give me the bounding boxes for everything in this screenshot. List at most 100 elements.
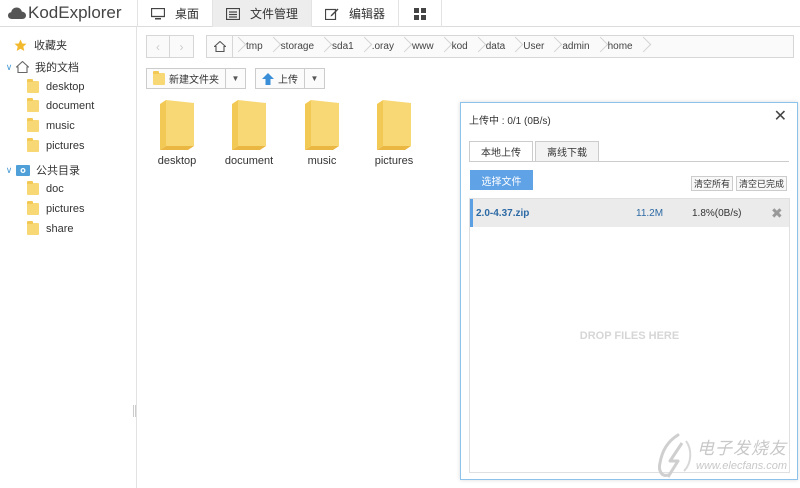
breadcrumb-item[interactable]: home [603,36,638,57]
sidebar-my-docs[interactable]: ∨ 我的文档 [0,57,79,77]
watermark-logo [658,433,692,478]
sidebar-item-label: music [46,120,75,132]
sidebar-item-music[interactable]: music [27,117,75,135]
breadcrumb-separator [510,36,518,57]
folder-icon [27,221,39,235]
breadcrumb-item[interactable]: data [481,36,510,57]
sidebar-favorites-label: 收藏夹 [34,40,67,52]
chevron-down-icon[interactable]: ∨ [4,165,14,176]
file-toolbar: 新建文件夹 ▼ 上传 ▼ [146,68,334,89]
new-folder-button[interactable]: 新建文件夹 [146,68,226,89]
breadcrumb-item[interactable]: admin [557,36,594,57]
remove-icon[interactable]: ✖ [771,205,783,222]
upload-dropzone[interactable]: 2.0-4.37.zip 11.2M 1.8%(0B/s) ✖ DROP FIL… [469,198,790,473]
folder-icon [153,70,165,85]
chevron-right-icon: › [179,39,184,54]
app-logo[interactable]: KodExplorer [8,3,122,23]
breadcrumb-item[interactable]: .oray [367,36,399,57]
folder-icon [27,138,39,152]
sidebar-public[interactable]: ∨ 公共目录 [0,160,80,180]
watermark-text: 电子发烧友 [697,439,787,459]
clear-all-button[interactable]: 清空所有 [691,176,734,191]
close-icon[interactable]: ✕ [774,109,787,125]
upload-progress: 1.8%(0B/s) [692,208,742,219]
breadcrumb-item[interactable]: User [518,36,549,57]
breadcrumb-separator [359,36,367,57]
upload-button[interactable]: 上传 [255,68,305,89]
back-button[interactable]: ‹ [146,35,170,58]
upload-dialog: 上传中 : 0/1 (0B/s) ✕ 本地上传 离线下载 选择文件 清空所有 清… [460,102,798,480]
sidebar-item-desktop[interactable]: desktop [27,78,85,96]
sidebar-item-public-pictures[interactable]: pictures [27,200,85,218]
choose-file-button[interactable]: 选择文件 [470,170,533,190]
folder-item-label: document [224,155,274,167]
breadcrumb-separator [473,36,481,57]
folder-icon [27,118,39,132]
breadcrumb-item[interactable]: kod [447,36,473,57]
sidebar-item-doc[interactable]: doc [27,180,64,198]
folder-item-label: music [307,155,337,167]
editor-icon [325,8,339,20]
folder-icon [377,100,411,150]
tab-local-upload[interactable]: 本地上传 [469,141,533,162]
history-nav: ‹ › [146,35,194,58]
desktop-icon [151,7,165,19]
cloud-icon [8,7,26,19]
chevron-left-icon: ‹ [156,39,160,54]
folder-icon [27,201,39,215]
upload-dialog-title: 上传中 : 0/1 (0B/s) [469,116,551,127]
folder-item-label: desktop [157,155,197,167]
star-icon [14,39,27,51]
folder-item-document[interactable]: document [217,100,281,167]
sidebar-resize-handle[interactable] [133,405,136,417]
upload-file-name: 2.0-4.37.zip [476,208,530,219]
folder-icon [27,79,39,93]
grid-icon [414,7,427,20]
folder-item-music[interactable]: music [290,100,354,167]
breadcrumb-item[interactable]: tmp [241,36,268,57]
sidebar-item-share[interactable]: share [27,220,74,238]
breadcrumb-item[interactable]: sda1 [327,36,359,57]
home-icon [213,41,226,52]
tab-file-manager[interactable]: 文件管理 [213,0,313,27]
forward-button[interactable]: › [170,35,194,58]
breadcrumb-separator [439,36,447,57]
breadcrumb-separator [638,36,646,57]
new-folder-label: 新建文件夹 [169,75,219,86]
new-folder-dropdown[interactable]: ▼ [226,68,246,89]
home-icon [16,61,29,73]
sidebar-item-label: pictures [46,203,85,215]
upload-file-size: 11.2M [636,208,664,219]
breadcrumb-separator [399,36,407,57]
sidebar-item-document[interactable]: document [27,97,94,115]
tab-desktop-label: 桌面 [175,7,200,21]
breadcrumb: tmp storage sda1 .oray www kod data User… [206,35,794,58]
breadcrumb-separator [233,36,241,57]
breadcrumb-home[interactable] [207,36,233,57]
chevron-down-icon[interactable]: ∨ [4,62,14,73]
folder-item-pictures[interactable]: pictures [362,100,426,167]
public-folder-icon [16,165,30,176]
upload-label: 上传 [278,75,298,86]
tab-offline-download[interactable]: 离线下载 [535,141,599,162]
clear-completed-button[interactable]: 清空已完成 [736,176,788,191]
tab-editor[interactable]: 编辑器 [312,0,400,27]
sidebar-item-pictures[interactable]: pictures [27,137,85,155]
tab-desktop[interactable]: 桌面 [137,0,214,27]
breadcrumb-separator [549,36,557,57]
upload-dropdown[interactable]: ▼ [305,68,325,89]
watermark-url: www.elecfans.com [696,460,788,472]
folder-item-desktop[interactable]: desktop [145,100,209,167]
file-manager-icon [226,7,241,20]
breadcrumb-item[interactable]: www [407,36,439,57]
breadcrumb-separator [595,36,603,57]
sidebar-favorites[interactable]: 收藏夹 [14,35,67,55]
top-bar: KodExplorer 桌面 文件管理 编辑器 [0,0,800,27]
sidebar-item-label: share [46,223,74,235]
folder-icon [27,98,39,112]
folder-icon [160,100,194,150]
sidebar-item-label: pictures [46,140,85,152]
tab-apps[interactable] [399,0,443,27]
upload-tabs: 本地上传 离线下载 [469,141,601,162]
breadcrumb-item[interactable]: storage [276,36,319,57]
